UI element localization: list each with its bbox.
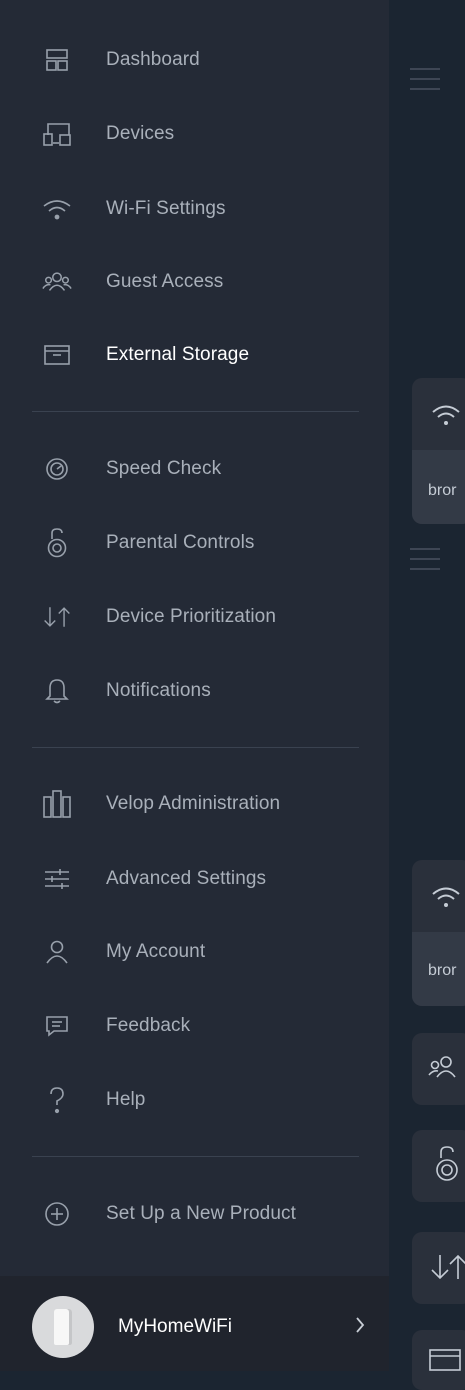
external-storage-icon <box>429 1349 461 1371</box>
menu-item-label: External Storage <box>106 344 250 365</box>
menu-item-label: Parental Controls <box>106 532 255 553</box>
priority-arrows-icon <box>431 1254 465 1280</box>
menu-item-label: Speed Check <box>106 458 222 479</box>
menu-item-set-up-new-product[interactable]: Set Up a New Product <box>0 1189 389 1239</box>
plus-circle-icon <box>42 1199 72 1229</box>
menu-divider <box>32 1156 359 1157</box>
velop-node-image <box>54 1309 72 1345</box>
menu-item-label: Notifications <box>106 680 211 701</box>
navigation-drawer: Dashboard Devices Wi-Fi Settings Guest A… <box>0 0 389 1371</box>
sliders-icon <box>42 864 72 894</box>
menu-item-label: Devices <box>106 123 175 144</box>
menu-item-label: Advanced Settings <box>106 868 267 889</box>
guest-access-icon <box>42 267 72 297</box>
menu-item-label: Wi-Fi Settings <box>106 198 226 219</box>
parental-lock-icon <box>436 1146 458 1181</box>
menu-item-my-account[interactable]: My Account <box>0 927 389 977</box>
menu-item-guest-access[interactable]: Guest Access <box>0 257 389 307</box>
storage-card[interactable] <box>412 1330 465 1390</box>
network-card[interactable] <box>412 378 465 524</box>
menu-item-device-prioritization[interactable]: Device Prioritization <box>0 592 389 642</box>
chat-bubble-icon <box>42 1011 72 1041</box>
wifi-icon <box>42 194 72 224</box>
priority-card[interactable] <box>412 1232 465 1304</box>
menu-item-label: My Account <box>106 941 206 962</box>
menu-item-feedback[interactable]: Feedback <box>0 1001 389 1051</box>
bell-icon <box>42 676 72 706</box>
menu-item-devices[interactable]: Devices <box>0 109 389 159</box>
network-card-text: bror <box>428 962 457 979</box>
dashboard-icon <box>42 45 72 75</box>
menu-item-wifi-settings[interactable]: Wi-Fi Settings <box>0 184 389 234</box>
network-name: MyHomeWiFi <box>118 1316 232 1337</box>
menu-item-dashboard[interactable]: Dashboard <box>0 35 389 85</box>
chevron-right-icon[interactable] <box>350 1312 370 1338</box>
menu-item-external-storage[interactable]: External Storage <box>0 330 389 380</box>
wifi-icon <box>432 405 460 425</box>
menu-item-notifications[interactable]: Notifications <box>0 666 389 716</box>
priority-arrows-icon <box>42 602 72 632</box>
network-card-text: bror <box>428 482 457 499</box>
parental-lock-icon <box>42 528 72 558</box>
menu-item-speed-check[interactable]: Speed Check <box>0 444 389 494</box>
menu-divider <box>32 411 359 412</box>
menu-item-velop-administration[interactable]: Velop Administration <box>0 779 389 829</box>
parental-card[interactable] <box>412 1130 465 1202</box>
question-mark-icon <box>42 1085 72 1115</box>
hamburger-icon[interactable] <box>410 68 440 98</box>
network-selector[interactable]: MyHomeWiFi <box>0 1276 389 1371</box>
menu-item-label: Help <box>106 1089 146 1110</box>
guest-card[interactable] <box>412 1033 465 1105</box>
wifi-icon <box>432 887 460 907</box>
devices-icon <box>42 119 72 149</box>
menu-item-label: Device Prioritization <box>106 606 276 627</box>
menu-item-label: Set Up a New Product <box>106 1203 296 1224</box>
velop-nodes-icon <box>42 789 72 819</box>
speedometer-icon <box>42 454 72 484</box>
user-icon <box>42 937 72 967</box>
menu-item-label: Feedback <box>106 1015 191 1036</box>
menu-item-label: Guest Access <box>106 271 224 292</box>
velop-node-avatar <box>32 1296 94 1358</box>
guest-access-icon <box>428 1056 456 1078</box>
external-storage-icon <box>42 340 72 370</box>
menu-divider <box>32 747 359 748</box>
menu-item-advanced-settings[interactable]: Advanced Settings <box>0 854 389 904</box>
menu-item-parental-controls[interactable]: Parental Controls <box>0 518 389 568</box>
menu-item-help[interactable]: Help <box>0 1075 389 1125</box>
menu-item-label: Velop Administration <box>106 793 281 814</box>
hamburger-icon[interactable] <box>410 548 440 578</box>
menu-item-label: Dashboard <box>106 49 200 70</box>
network-card[interactable] <box>412 860 465 1006</box>
